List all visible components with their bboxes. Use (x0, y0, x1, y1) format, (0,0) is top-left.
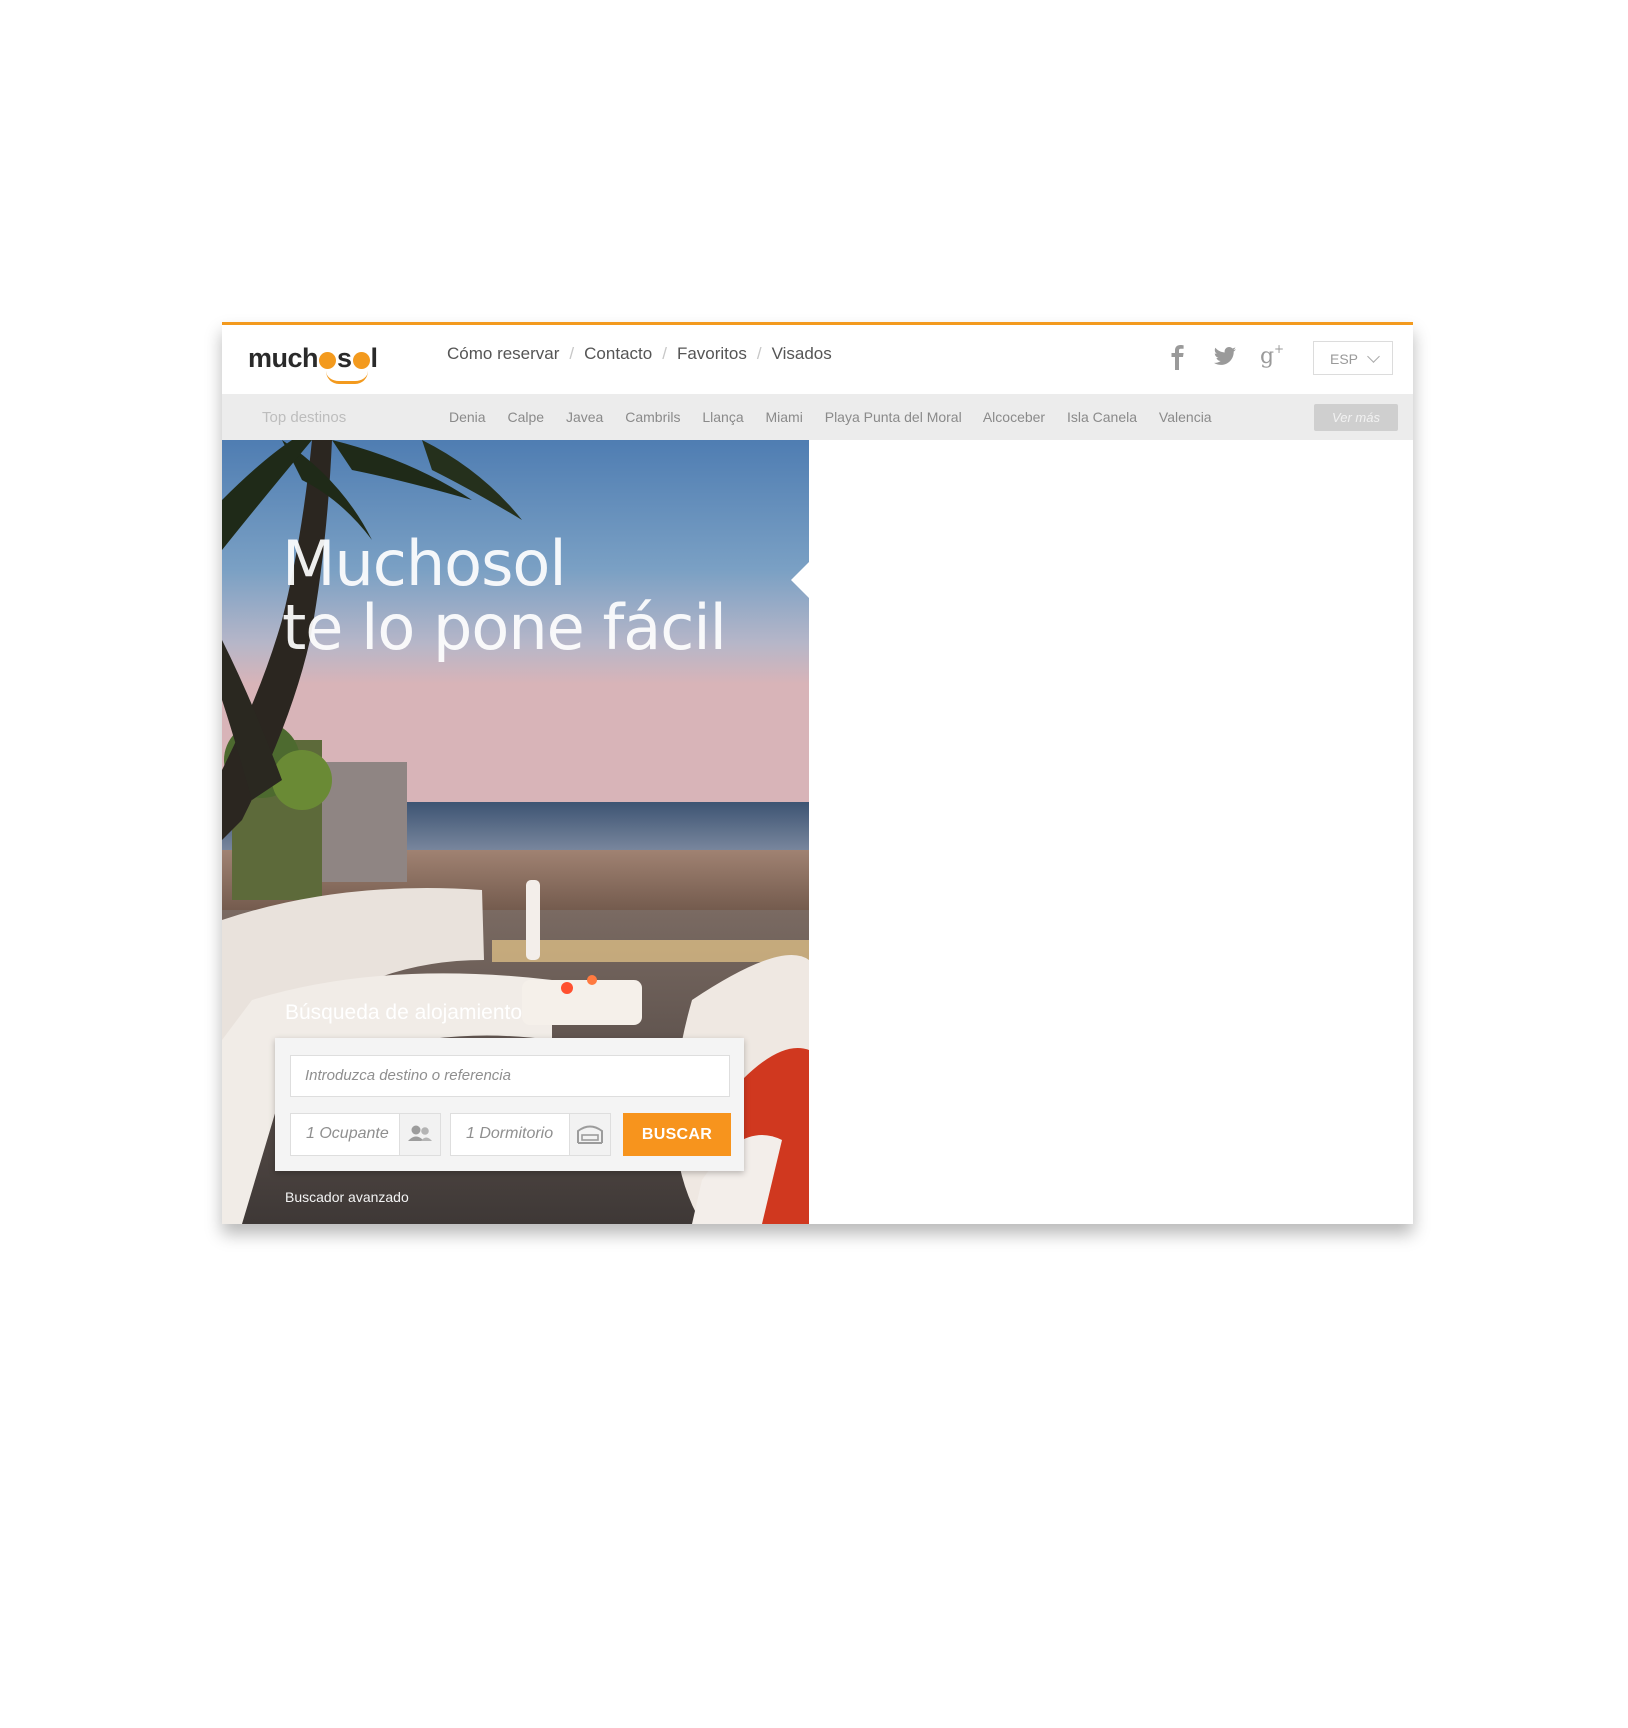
site-header: much s l Cómo reservar / Contacto / Favoritos /… (222, 325, 1413, 394)
destination-link[interactable]: Playa Punta del Moral (825, 409, 962, 425)
ver-mas-button[interactable]: Ver más (1314, 404, 1398, 431)
language-select[interactable]: ESP (1313, 341, 1393, 375)
users-icon (399, 1114, 440, 1155)
bed-icon (569, 1114, 610, 1155)
advanced-search-link[interactable]: Buscador avanzado (285, 1189, 409, 1205)
twitter-icon[interactable] (1213, 346, 1237, 376)
occupants-value: 1 Ocupante (306, 1125, 389, 1142)
logo-wordmark: much s l (248, 343, 378, 373)
bedrooms-value: 1 Dormitorio (466, 1125, 554, 1142)
hero-headline: Muchosol te lo pone fácil (282, 527, 727, 664)
top-destinations-bar: Top destinos Denia Calpe Javea Cambrils … (222, 394, 1413, 440)
top-destinations-label: Top destinos (262, 409, 347, 426)
logo-swoosh (326, 371, 368, 384)
muchosol-logo[interactable]: much s l (248, 335, 388, 384)
panel-pointer (791, 562, 809, 598)
nav-como-reservar[interactable]: Cómo reservar (447, 344, 559, 363)
browser-frame: much s l Cómo reservar / Contacto / Favoritos /… (222, 322, 1413, 1224)
destination-link[interactable]: Denia (449, 409, 486, 425)
destination-link[interactable]: Miami (766, 409, 803, 425)
destination-link[interactable]: Alcoceber (983, 409, 1045, 425)
google-plus-icon[interactable]: g + (1259, 342, 1287, 372)
svg-text:g: g (1260, 344, 1274, 369)
hero-section: Muchosol te lo pone fácil Búsqueda de al… (222, 440, 809, 1224)
nav-favoritos[interactable]: Favoritos (677, 344, 747, 363)
language-value: ESP (1330, 351, 1359, 367)
search-panel: Introduzca destino o referencia 1 Ocupan… (275, 1038, 744, 1171)
main-nav: Cómo reservar / Contacto / Favoritos / Visados (447, 344, 832, 363)
buscar-button[interactable]: BUSCAR (623, 1113, 731, 1156)
bedrooms-field[interactable]: 1 Dormitorio (450, 1113, 611, 1156)
destination-link[interactable]: Javea (566, 409, 603, 425)
chevron-down-icon (1367, 350, 1380, 363)
destination-link[interactable]: Isla Canela (1067, 409, 1137, 425)
svg-text:+: + (1274, 342, 1284, 356)
search-title: Búsqueda de alojamiento (285, 1001, 523, 1024)
facebook-icon[interactable] (1170, 343, 1184, 373)
destination-links: Denia Calpe Javea Cambrils Llança Miami … (449, 409, 1230, 425)
destination-link[interactable]: Cambrils (625, 409, 680, 425)
occupants-field[interactable]: 1 Ocupante (290, 1113, 441, 1156)
nav-visados[interactable]: Visados (772, 344, 832, 363)
destination-link[interactable]: Llança (702, 409, 743, 425)
destination-input[interactable]: Introduzca destino o referencia (290, 1055, 730, 1097)
destination-link[interactable]: Calpe (507, 409, 544, 425)
nav-contacto[interactable]: Contacto (584, 344, 652, 363)
destination-link[interactable]: Valencia (1159, 409, 1212, 425)
